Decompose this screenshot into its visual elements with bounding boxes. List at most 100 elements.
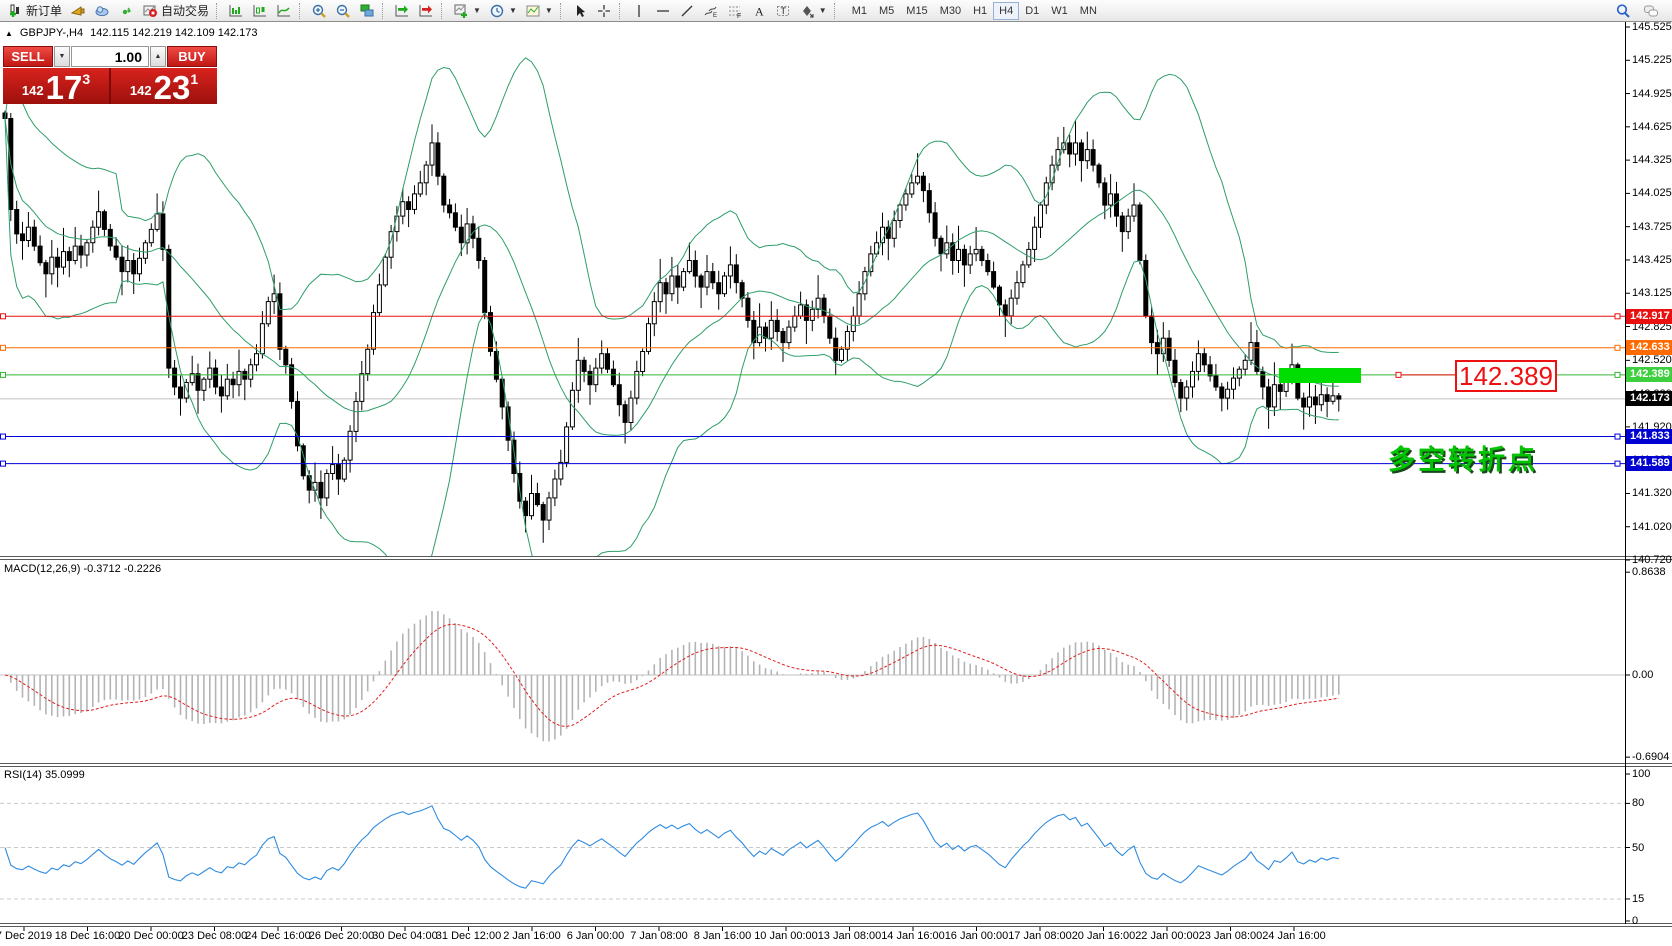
new-order-button-label: 新订单 bbox=[26, 2, 62, 19]
buy-price-button[interactable]: 142 23 1 bbox=[111, 68, 217, 104]
chat-icon bbox=[1643, 3, 1659, 19]
hline-button[interactable] bbox=[651, 1, 675, 21]
price-tick-label: 144.325 bbox=[1632, 154, 1672, 166]
time-tick-label: 26 Dec 20:00 bbox=[309, 930, 374, 942]
rsi-label: RSI(14) 35.0999 bbox=[4, 769, 85, 781]
fibonacci-button[interactable]: F bbox=[723, 1, 747, 21]
time-tick-label: 8 Jan 16:00 bbox=[694, 930, 752, 942]
bar-chart-button[interactable] bbox=[224, 1, 248, 21]
volume-input[interactable] bbox=[71, 46, 149, 67]
zoom-out-button[interactable] bbox=[331, 1, 355, 21]
price-annotation-label[interactable]: 142.389 bbox=[1455, 360, 1557, 392]
time-tick-label: 7 Dec 2019 bbox=[0, 930, 52, 942]
symbol-ohlc: 142.115 142.219 142.109 142.173 bbox=[90, 27, 257, 39]
sell-price-sup: 3 bbox=[82, 71, 90, 87]
vline-icon bbox=[631, 3, 647, 19]
new-order-button[interactable]: 新订单 bbox=[3, 1, 66, 21]
time-tick-label: 2 Jan 16:00 bbox=[503, 930, 561, 942]
price-axis[interactable]: 145.525145.225144.925144.625144.325144.0… bbox=[1626, 22, 1672, 925]
one-click-trading-panel: SELL ▼ ▲ BUY 142 17 3 142 23 1 bbox=[3, 46, 217, 104]
crosshair-button[interactable] bbox=[592, 1, 616, 21]
time-tick-label: 16 Jan 00:00 bbox=[945, 930, 1009, 942]
search-button[interactable] bbox=[1611, 1, 1635, 21]
autotrading-button[interactable]: 自动交易 bbox=[138, 1, 213, 21]
trendline-button[interactable] bbox=[675, 1, 699, 21]
signals-button[interactable] bbox=[114, 1, 138, 21]
dropdown-arrow-icon[interactable]: ▼ bbox=[509, 6, 517, 15]
price-annotation-text: 142.389 bbox=[1459, 361, 1553, 392]
dropdown-arrow-icon[interactable]: ▼ bbox=[545, 6, 553, 15]
auto-scroll-button[interactable] bbox=[390, 1, 414, 21]
rsi-tick-label: 0 bbox=[1632, 915, 1638, 927]
collapse-triangle-icon[interactable]: ▲ bbox=[5, 29, 13, 38]
volume-increase-button[interactable]: ▲ bbox=[150, 46, 166, 67]
timeframe-m30-button[interactable]: M30 bbox=[934, 2, 967, 20]
highlight-rectangle bbox=[1279, 368, 1361, 383]
text-button[interactable]: A bbox=[747, 1, 771, 21]
sell-button[interactable]: SELL bbox=[3, 46, 53, 67]
period-button[interactable]: ▼ bbox=[485, 1, 521, 21]
linechart-icon bbox=[276, 3, 292, 19]
svg-text:A: A bbox=[755, 4, 764, 18]
timeframe-w1-button[interactable]: W1 bbox=[1045, 2, 1074, 20]
community-button[interactable] bbox=[90, 1, 114, 21]
timeframe-d1-button[interactable]: D1 bbox=[1019, 2, 1045, 20]
price-tick-label: 143.725 bbox=[1632, 221, 1672, 233]
cursor-button[interactable] bbox=[568, 1, 592, 21]
bars-icon bbox=[228, 3, 244, 19]
price-tick-label: 144.625 bbox=[1632, 121, 1672, 133]
toolbar: 新订单 自动交易 ▼ ▼ ▼ E FAT ▼ M1M5M15M30H1H4D1W1MN bbox=[0, 0, 1672, 22]
shapes-button[interactable]: ▼ bbox=[795, 1, 831, 21]
fibo-icon: F bbox=[727, 3, 743, 19]
time-tick-label: 7 Jan 08:00 bbox=[630, 930, 688, 942]
time-tick-label: 22 Jan 00:00 bbox=[1135, 930, 1199, 942]
chat-button[interactable] bbox=[1639, 1, 1663, 21]
channel-icon: E bbox=[703, 3, 719, 19]
alerts-button[interactable] bbox=[66, 1, 90, 21]
time-tick-label: 20 Jan 16:00 bbox=[1072, 930, 1136, 942]
svg-text:E: E bbox=[713, 13, 717, 19]
time-tick-label: 18 Dec 16:00 bbox=[55, 930, 120, 942]
time-tick-label: 10 Jan 00:00 bbox=[754, 930, 818, 942]
dropdown-arrow-icon[interactable]: ▼ bbox=[473, 6, 481, 15]
new-chart-button[interactable]: ▼ bbox=[449, 1, 485, 21]
time-tick-label: 23 Dec 08:00 bbox=[182, 930, 247, 942]
vline-button[interactable] bbox=[627, 1, 651, 21]
timeframe-mn-button[interactable]: MN bbox=[1074, 2, 1103, 20]
label-button[interactable]: T bbox=[771, 1, 795, 21]
price-tick-label: 144.025 bbox=[1632, 187, 1672, 199]
timeframe-h4-button[interactable]: H4 bbox=[993, 2, 1019, 20]
timeframe-m5-button[interactable]: M5 bbox=[873, 2, 900, 20]
symbol-info: ▲ GBPJPY-,H4 142.115 142.219 142.109 142… bbox=[5, 27, 258, 39]
zoom-in-button[interactable] bbox=[307, 1, 331, 21]
newchart-icon bbox=[453, 3, 469, 19]
time-axis[interactable]: 7 Dec 201918 Dec 16:0020 Dec 00:0023 Dec… bbox=[0, 927, 1672, 946]
volume-decrease-button[interactable]: ▼ bbox=[54, 46, 70, 67]
note-annotation-text[interactable]: 多空转折点 bbox=[1388, 438, 1538, 477]
candlestick-chart-button[interactable] bbox=[248, 1, 272, 21]
template-button[interactable]: ▼ bbox=[521, 1, 557, 21]
timeframe-m15-button[interactable]: M15 bbox=[900, 2, 933, 20]
line-chart-button[interactable] bbox=[272, 1, 296, 21]
price-tick-label: 145.225 bbox=[1632, 54, 1672, 66]
template-icon bbox=[525, 3, 541, 19]
time-tick-label: 6 Jan 00:00 bbox=[567, 930, 625, 942]
time-tick-label: 31 Dec 12:00 bbox=[436, 930, 501, 942]
channel-button[interactable]: E bbox=[699, 1, 723, 21]
timeframe-m1-button[interactable]: M1 bbox=[846, 2, 873, 20]
buy-price-sup: 1 bbox=[190, 71, 198, 87]
horn-icon bbox=[70, 3, 86, 19]
toolbar-separator bbox=[834, 3, 838, 19]
tile-windows-button[interactable] bbox=[355, 1, 379, 21]
dropdown-arrow-icon[interactable]: ▼ bbox=[819, 6, 827, 15]
timeframe-h1-button[interactable]: H1 bbox=[967, 2, 993, 20]
toolbar-separator bbox=[441, 3, 445, 19]
buy-button[interactable]: BUY bbox=[167, 46, 217, 67]
price-tick-label: 142.520 bbox=[1632, 354, 1672, 366]
sell-price-button[interactable]: 142 17 3 bbox=[3, 68, 111, 104]
labelT-icon: T bbox=[775, 3, 791, 19]
sell-price-big: 17 bbox=[46, 73, 83, 102]
tile-icon bbox=[359, 3, 375, 19]
chart-shift-button[interactable] bbox=[414, 1, 438, 21]
price-tick-label: 143.425 bbox=[1632, 254, 1672, 266]
